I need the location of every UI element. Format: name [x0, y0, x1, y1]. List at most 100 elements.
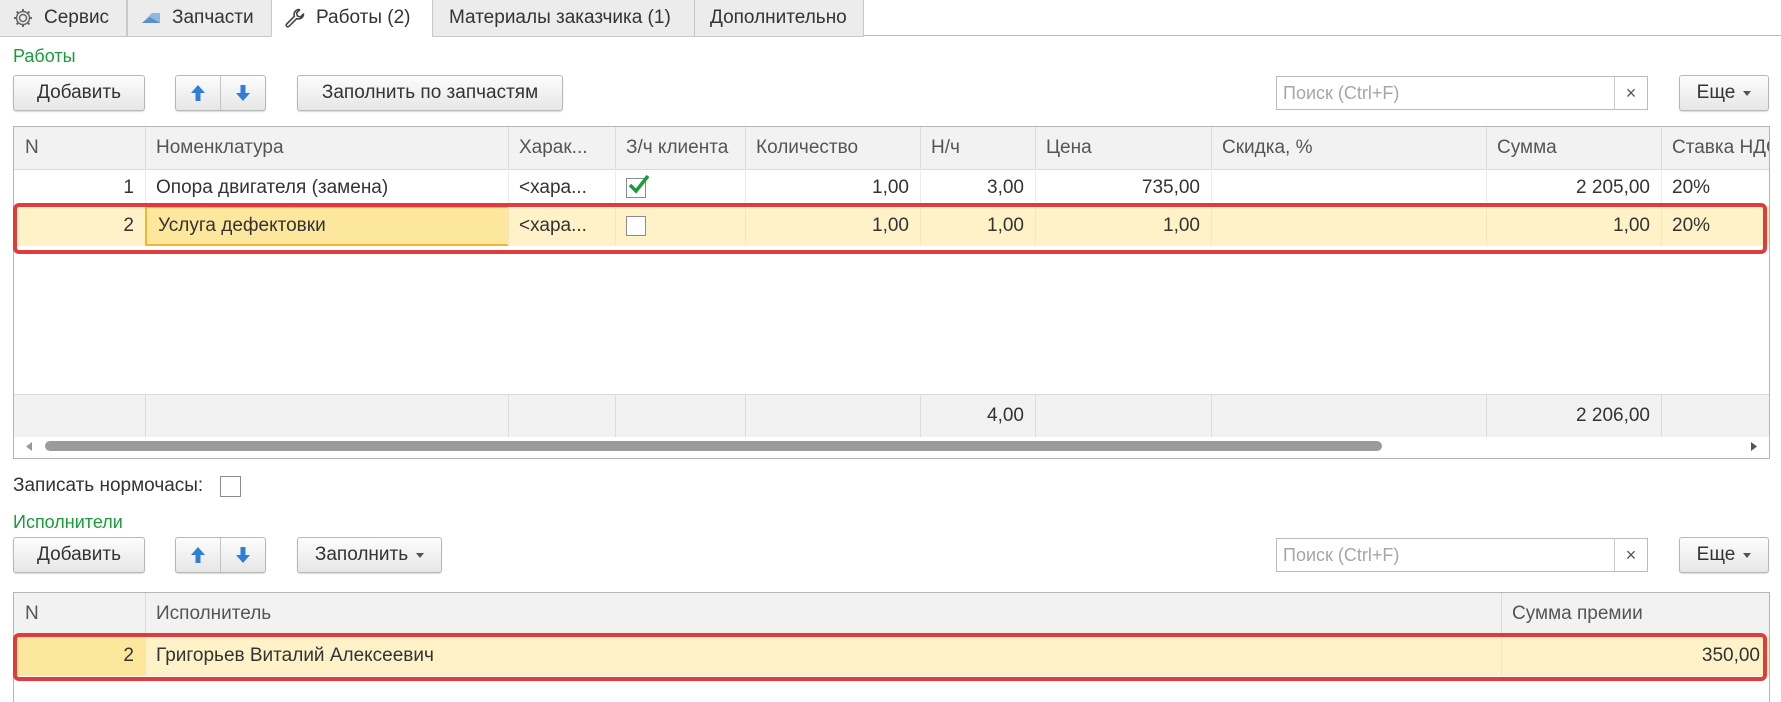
performers-table-header: N Исполнитель Сумма премии [14, 593, 1769, 636]
client-part-checkbox[interactable] [626, 216, 646, 236]
row-sum[interactable]: 2 205,00 [1486, 169, 1662, 206]
record-hours-label: Записать нормочасы: [13, 475, 204, 496]
col-sum[interactable]: Сумма [1486, 127, 1662, 169]
total-quantity [745, 395, 921, 437]
total-hours: 4,00 [920, 395, 1036, 437]
row-client-part[interactable] [615, 169, 746, 206]
col-hours[interactable]: Н/ч [920, 127, 1036, 169]
table-row[interactable]: 2 Услуга дефектовки <хара... 1,00 1,00 1… [14, 206, 1769, 246]
row-characteristic[interactable]: <хара... [508, 169, 616, 206]
tab-service[interactable]: Сервис [0, 0, 127, 37]
tab-additional-label: Дополнительно [710, 7, 847, 28]
col-n[interactable]: N [14, 593, 146, 635]
move-up-button[interactable] [176, 538, 220, 572]
performers-fill-label: Заполнить [314, 544, 409, 565]
col-client-part[interactable]: З/ч клиента [615, 127, 746, 169]
tab-service-label: Сервис [44, 7, 110, 28]
works-search-clear-button[interactable]: × [1614, 77, 1647, 109]
tab-parts-label: Запчасти [172, 7, 254, 28]
total-vat [1661, 395, 1769, 437]
move-down-button[interactable] [220, 538, 265, 572]
record-hours-checkbox[interactable] [220, 476, 241, 497]
arrow-up-icon [191, 547, 205, 563]
tab-works-label: Работы (2) [316, 7, 411, 28]
total-n [14, 395, 146, 437]
row-number: 2 [14, 206, 146, 246]
works-table: N Номенклатура Харак... З/ч клиента Коли… [13, 126, 1770, 459]
col-discount[interactable]: Скидка, % [1211, 127, 1487, 169]
performers-search-clear-button[interactable]: × [1614, 539, 1647, 571]
table-row[interactable]: 2 Григорьев Виталий Алексеевич 350,00 [14, 635, 1769, 676]
tab-parts[interactable]: Запчасти [127, 0, 272, 37]
total-characteristic [508, 395, 616, 437]
row-item[interactable]: Услуга дефектовки [145, 206, 509, 246]
gear-icon [12, 7, 34, 29]
chevron-down-icon [416, 552, 425, 558]
tab-works[interactable]: Работы (2) [271, 0, 433, 37]
row-vat[interactable]: 20% [1661, 206, 1769, 246]
row-price[interactable]: 1,00 [1035, 206, 1212, 246]
performers-search: × [1276, 538, 1648, 572]
arrow-up-icon [191, 85, 205, 101]
col-n[interactable]: N [14, 127, 146, 169]
col-performer[interactable]: Исполнитель [145, 593, 1502, 635]
total-item [145, 395, 509, 437]
works-section-title: Работы [13, 46, 76, 66]
performers-search-input[interactable] [1277, 539, 1614, 571]
works-more-button[interactable]: Еще [1679, 75, 1769, 111]
works-table-header: N Номенклатура Харак... З/ч клиента Коли… [14, 127, 1769, 170]
row-item[interactable]: Опора двигателя (замена) [145, 169, 509, 206]
total-client-part [615, 395, 746, 437]
col-vat[interactable]: Ставка НДС [1661, 127, 1769, 169]
row-quantity[interactable]: 1,00 [745, 206, 921, 246]
row-characteristic[interactable]: <хара... [508, 206, 616, 246]
row-hours[interactable]: 3,00 [920, 169, 1036, 206]
table-row[interactable]: 1 Опора двигателя (замена) <хара... 1,00… [14, 169, 1769, 206]
row-price[interactable]: 735,00 [1035, 169, 1212, 206]
col-characteristic[interactable]: Харак... [508, 127, 616, 169]
row-discount[interactable] [1211, 206, 1487, 246]
total-sum: 2 206,00 [1486, 395, 1662, 437]
tab-customer-materials[interactable]: Материалы заказчика (1) [432, 0, 695, 37]
row-quantity[interactable]: 1,00 [745, 169, 921, 206]
chevron-down-icon [1743, 90, 1752, 96]
move-up-button[interactable] [176, 76, 220, 110]
row-client-part[interactable] [615, 206, 746, 246]
performers-add-button[interactable]: Добавить [13, 537, 145, 573]
row-bonus[interactable]: 350,00 [1501, 635, 1769, 676]
performers-fill-button[interactable]: Заполнить [297, 537, 442, 573]
row-performer[interactable]: Григорьев Виталий Алексеевич [145, 635, 1502, 676]
col-quantity[interactable]: Количество [745, 127, 921, 169]
col-price[interactable]: Цена [1035, 127, 1212, 169]
row-discount[interactable] [1211, 169, 1487, 206]
performers-more-button[interactable]: Еще [1679, 537, 1769, 573]
performers-section-title: Исполнители [13, 512, 123, 532]
scrollbar-thumb[interactable] [45, 441, 1382, 451]
row-number: 2 [14, 635, 146, 676]
performers-more-label: Еще [1696, 544, 1736, 565]
works-more-label: Еще [1696, 82, 1736, 103]
fill-by-parts-button[interactable]: Заполнить по запчастям [297, 75, 563, 111]
arrow-down-icon [236, 85, 250, 101]
works-add-button[interactable]: Добавить [13, 75, 145, 111]
performers-table: N Исполнитель Сумма премии 2 Григорьев В… [13, 592, 1770, 702]
works-search-input[interactable] [1277, 77, 1614, 109]
tab-customer-materials-label: Материалы заказчика (1) [449, 7, 671, 28]
move-down-button[interactable] [220, 76, 265, 110]
chevron-down-icon [1743, 552, 1752, 558]
checkmark-icon [628, 174, 650, 194]
row-hours[interactable]: 1,00 [920, 206, 1036, 246]
client-part-checkbox[interactable] [626, 174, 650, 198]
arrow-down-icon [236, 547, 250, 563]
works-move-buttons [175, 75, 266, 111]
row-vat[interactable]: 20% [1661, 169, 1769, 206]
scroll-right-icon [1751, 442, 1757, 451]
horizontal-scrollbar[interactable] [15, 437, 1768, 455]
row-number: 1 [14, 169, 146, 206]
col-item[interactable]: Номенклатура [145, 127, 509, 169]
row-sum[interactable]: 1,00 [1486, 206, 1662, 246]
wrench-icon [284, 7, 306, 29]
total-discount [1211, 395, 1487, 437]
tab-additional[interactable]: Дополнительно [694, 0, 864, 37]
col-bonus[interactable]: Сумма премии [1501, 593, 1769, 635]
